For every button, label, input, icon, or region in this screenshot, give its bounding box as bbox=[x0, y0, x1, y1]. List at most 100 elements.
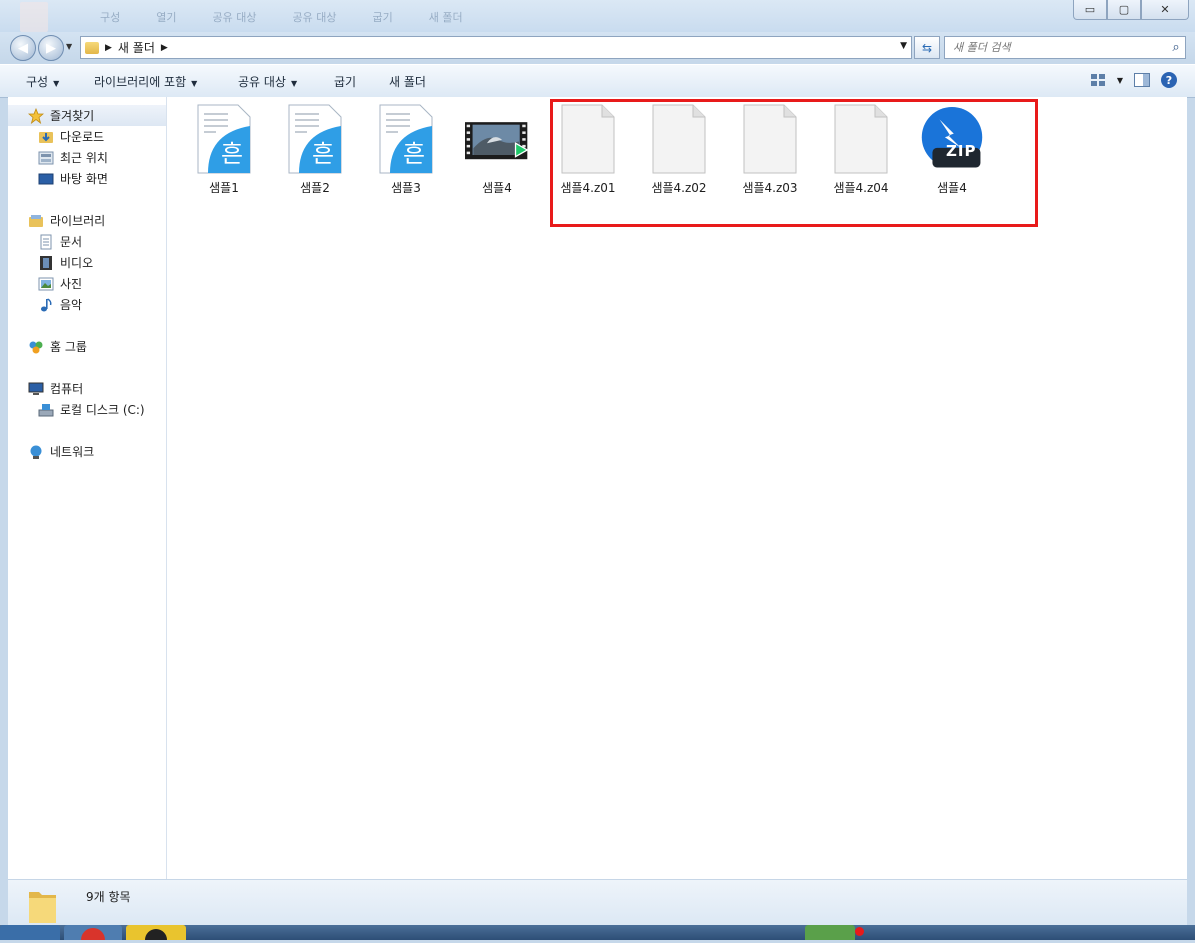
taskbar-app-button[interactable] bbox=[64, 925, 122, 943]
svg-text:흔: 흔 bbox=[312, 140, 334, 168]
document-icon bbox=[38, 234, 54, 250]
nav-desktop[interactable]: 바탕 화면 bbox=[8, 168, 166, 189]
hard-drive-icon bbox=[38, 402, 54, 418]
computer-group: 컴퓨터 로컬 디스크 (C:) bbox=[8, 378, 166, 420]
taskbar-app-button[interactable] bbox=[126, 925, 186, 943]
homegroup-icon bbox=[28, 339, 44, 355]
computer-icon bbox=[28, 381, 44, 397]
view-options-icon[interactable] bbox=[1089, 71, 1107, 89]
favorites-group: 즐겨찾기 다운로드 최근 위치 바탕 화면 bbox=[8, 105, 166, 189]
nav-label: 즐겨찾기 bbox=[50, 109, 95, 123]
star-icon bbox=[28, 107, 44, 124]
maximize-button[interactable]: ▢ bbox=[1107, 0, 1141, 20]
arrow-right-icon: ▶ bbox=[46, 40, 56, 56]
minimize-button[interactable]: ▭ bbox=[1073, 0, 1107, 20]
preview-pane-icon[interactable] bbox=[1133, 71, 1151, 89]
nav-label: 다운로드 bbox=[60, 130, 105, 144]
refresh-button[interactable]: ⇆ bbox=[914, 36, 940, 59]
nav-computer[interactable]: 컴퓨터 bbox=[8, 378, 166, 399]
window-titlebar: 구성 열기 공유 대상 공유 대상 굽기 새 폴더 ▭ ▢ ✕ bbox=[0, 0, 1195, 32]
new-folder-button[interactable]: 새 폴더 bbox=[389, 73, 426, 90]
nav-label: 로컬 디스크 (C:) bbox=[60, 403, 145, 417]
nav-label: 라이브러리 bbox=[50, 214, 106, 228]
highlight-annotation bbox=[550, 99, 1038, 227]
address-bar[interactable]: ▶ 새 폴더 ▶ ▼ bbox=[80, 36, 912, 59]
view-controls: ▼ ? bbox=[1089, 71, 1177, 89]
ghost-label: 공유 대상 bbox=[212, 11, 257, 24]
address-history-dropdown[interactable]: ▼ bbox=[900, 41, 907, 51]
organize-label: 구성 bbox=[26, 75, 49, 89]
navigation-bar: ◀ ▶ ▼ ▶ 새 폴더 ▶ ▼ ⇆ ⌕ bbox=[0, 32, 1195, 62]
nav-recent-places[interactable]: 최근 위치 bbox=[8, 147, 166, 168]
breadcrumb-separator-icon[interactable]: ▶ bbox=[161, 43, 168, 53]
organize-button[interactable]: 구성 ▼ bbox=[26, 73, 59, 90]
nav-videos[interactable]: 비디오 bbox=[8, 252, 166, 273]
taskbar-tray-item[interactable] bbox=[805, 925, 855, 940]
search-icon[interactable]: ⌕ bbox=[1167, 40, 1185, 55]
library-icon bbox=[28, 213, 44, 229]
back-button[interactable]: ◀ bbox=[10, 35, 36, 61]
notification-dot-icon bbox=[855, 927, 864, 936]
window-controls: ▭ ▢ ✕ bbox=[1073, 0, 1189, 20]
file-item[interactable]: 흔 샘플2 bbox=[275, 103, 355, 196]
svg-text:흔: 흔 bbox=[403, 140, 425, 168]
taskbar-app-button[interactable] bbox=[0, 925, 60, 940]
app-icon bbox=[145, 929, 167, 943]
breadcrumb-separator-icon[interactable]: ▶ bbox=[105, 43, 112, 53]
network-group: 네트워크 bbox=[8, 441, 166, 462]
file-name: 샘플4 bbox=[482, 181, 512, 195]
nav-downloads[interactable]: 다운로드 bbox=[8, 126, 166, 147]
nav-homegroup[interactable]: 홈 그룹 bbox=[8, 336, 166, 357]
breadcrumb-item[interactable]: 새 폴더 bbox=[118, 39, 155, 56]
file-list: 흔 샘플1 흔 샘플2 흔 샘플3 샘플4 샘플4.z01 샘플4.z02 샘플… bbox=[167, 97, 1187, 879]
video-icon bbox=[465, 103, 529, 175]
app-icon bbox=[81, 928, 105, 943]
recent-places-icon bbox=[38, 150, 54, 166]
item-count: 9개 항목 bbox=[86, 890, 131, 904]
recent-pages-dropdown[interactable]: ▼ bbox=[66, 42, 72, 51]
background-toolbar-ghost: 구성 열기 공유 대상 공유 대상 굽기 새 폴더 bbox=[100, 9, 463, 25]
nav-libraries[interactable]: 라이브러리 bbox=[8, 210, 166, 231]
search-input[interactable] bbox=[945, 40, 1167, 55]
include-library-button[interactable]: 라이브러리에 포함 ▼ bbox=[94, 73, 197, 90]
chevron-down-icon: ▼ bbox=[191, 79, 198, 88]
ghost-label: 구성 bbox=[100, 11, 121, 24]
arrow-left-icon: ◀ bbox=[18, 40, 28, 56]
music-note-icon bbox=[38, 297, 54, 313]
burn-button[interactable]: 굽기 bbox=[334, 73, 356, 90]
nav-local-disk[interactable]: 로컬 디스크 (C:) bbox=[8, 399, 166, 420]
nav-favorites[interactable]: 즐겨찾기 bbox=[8, 105, 166, 126]
svg-text:흔: 흔 bbox=[221, 140, 243, 168]
nav-pictures[interactable]: 사진 bbox=[8, 273, 166, 294]
film-icon bbox=[38, 255, 54, 271]
help-icon[interactable]: ? bbox=[1161, 72, 1177, 88]
nav-music[interactable]: 음악 bbox=[8, 294, 166, 315]
file-item[interactable]: 흔 샘플1 bbox=[184, 103, 264, 196]
nav-label: 컴퓨터 bbox=[50, 382, 84, 396]
downloads-folder-icon bbox=[38, 129, 54, 145]
nav-network[interactable]: 네트워크 bbox=[8, 441, 166, 462]
hwp-icon: 흔 bbox=[374, 103, 438, 175]
nav-label: 바탕 화면 bbox=[60, 172, 108, 186]
file-name: 샘플1 bbox=[209, 181, 239, 195]
file-name: 샘플2 bbox=[300, 181, 330, 195]
desktop-icon bbox=[38, 171, 54, 187]
file-item[interactable]: 샘플4 bbox=[457, 103, 537, 196]
nav-label: 홈 그룹 bbox=[50, 340, 87, 354]
picture-icon bbox=[38, 276, 54, 292]
file-item[interactable]: 흔 샘플3 bbox=[366, 103, 446, 196]
background-app-icon bbox=[20, 2, 48, 32]
folder-icon bbox=[85, 41, 99, 54]
forward-button[interactable]: ▶ bbox=[38, 35, 64, 61]
search-box[interactable]: ⌕ bbox=[944, 36, 1186, 59]
share-with-label: 공유 대상 bbox=[238, 75, 286, 89]
folder-icon bbox=[29, 892, 56, 923]
taskbar bbox=[0, 925, 1195, 943]
chevron-down-icon: ▼ bbox=[290, 79, 298, 88]
nav-documents[interactable]: 문서 bbox=[8, 231, 166, 252]
refresh-icon: ⇆ bbox=[921, 40, 933, 55]
close-button[interactable]: ✕ bbox=[1141, 0, 1189, 20]
share-with-button[interactable]: 공유 대상 ▼ bbox=[238, 73, 297, 90]
homegroup-group: 홈 그룹 bbox=[8, 336, 166, 357]
chevron-down-icon[interactable]: ▼ bbox=[1117, 76, 1123, 85]
